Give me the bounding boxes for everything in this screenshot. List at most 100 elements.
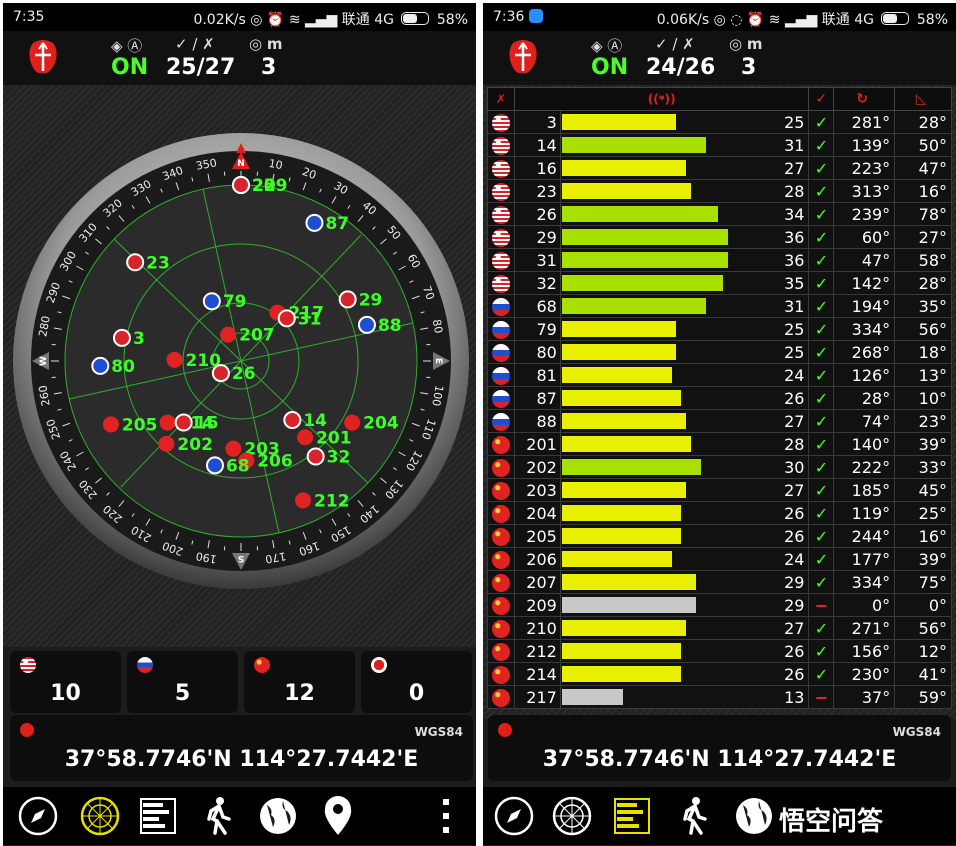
radar-satellite[interactable]: 23	[126, 253, 170, 273]
walker-icon[interactable]	[195, 793, 241, 839]
cn-flag-icon	[491, 504, 510, 523]
us-flag-icon	[283, 411, 302, 430]
satellite-row[interactable]: 203 27 ✓ 185° 45°	[487, 478, 952, 502]
satellite-row[interactable]: 23 28 ✓ 313° 16°	[487, 179, 952, 203]
battery-level: 58%	[916, 12, 948, 28]
flag-cell	[487, 156, 515, 180]
notification-icon	[529, 9, 543, 23]
radar-satellite[interactable]: 68	[205, 456, 250, 476]
globe-icon	[498, 723, 512, 737]
satellite-row[interactable]: 68 31 ✓ 194° 35°	[487, 294, 952, 318]
coordinates-panel[interactable]: WGS84 37°58.7746'N 114°27.7442'E	[488, 715, 951, 781]
satellite-row[interactable]: 201 28 ✓ 140° 39°	[487, 432, 952, 456]
satellite-icon[interactable]: ✗	[487, 87, 515, 111]
used-cell: ✓	[808, 133, 835, 157]
radar-satellite[interactable]: 32	[306, 447, 351, 468]
signal-cell: 26	[559, 501, 810, 525]
table-header: ✗ ((ᵠ)) ✓ ↻ ◺	[487, 87, 952, 111]
location-pin-icon[interactable]	[315, 793, 361, 839]
compass-icon[interactable]	[491, 793, 537, 839]
ru-flag-icon	[491, 297, 510, 316]
snr-value: 28	[784, 182, 805, 201]
app-logo[interactable]	[505, 37, 541, 77]
signal-cell: 13	[559, 685, 810, 709]
flag-cell	[487, 478, 515, 502]
satellite-row[interactable]: 202 30 ✓ 222° 33°	[487, 455, 952, 479]
compass-icon[interactable]	[15, 793, 61, 839]
globe-icon[interactable]	[731, 793, 777, 839]
coordinates-panel[interactable]: WGS84 37°58.7746'N 114°27.7442'E	[10, 715, 473, 781]
radar-satellite[interactable]: 31	[277, 309, 322, 329]
sats-used-total: 24/26	[646, 55, 716, 80]
radar-satellite[interactable]: 79	[202, 292, 247, 312]
satellite-row[interactable]: 205 26 ✓ 244° 16°	[487, 524, 952, 548]
satellite-signal-table[interactable]: ✗ ((ᵠ)) ✓ ↻ ◺ 3 25 ✓ 281° 28° 14 31 ✓ 139° 50° 16 2…	[487, 87, 952, 717]
satellite-row[interactable]: 214 26 ✓ 230° 41°	[487, 662, 952, 686]
azimuth-cell: 334°	[833, 570, 896, 594]
used-cell: ✓	[808, 363, 835, 387]
globe-icon	[20, 723, 34, 737]
satellite-row[interactable]: 217 13−37° 59°	[487, 685, 952, 709]
radar-satellite-prn: 79	[223, 292, 247, 312]
radar-icon[interactable]	[549, 793, 595, 839]
satellite-row[interactable]: 16 27 ✓ 223° 47°	[487, 156, 952, 180]
signal-header[interactable]: ((ᵠ))	[513, 87, 810, 111]
satellite-row[interactable]: 87 26 ✓ 28° 10°	[487, 386, 952, 410]
radar-satellite[interactable]: 87	[305, 213, 349, 234]
flag-cell	[487, 547, 515, 571]
elevation-header[interactable]: ◺	[894, 87, 952, 111]
ru-flag-icon	[205, 456, 224, 475]
satellite-row[interactable]: 29 36 ✓ 60° 27°	[487, 225, 952, 249]
azimuth-header[interactable]: ↻	[833, 87, 896, 111]
used-check-icon: ✓	[814, 319, 829, 339]
satellite-row[interactable]: 206 24 ✓ 177° 39°	[487, 547, 952, 571]
satellite-row[interactable]: 207 29 ✓ 334° 75°	[487, 570, 952, 594]
radar-satellite[interactable]: 16	[174, 413, 219, 433]
sky-view-radar[interactable]: 10 20 30 40 50 60 70 80 100 110 120 130 140 150 160 170…	[3, 85, 476, 647]
satellite-row[interactable]: 212 26 ✓ 156° 12°	[487, 639, 952, 663]
watermark-text: 悟空问答	[779, 807, 884, 837]
satellite-row[interactable]: 80 25 ✓ 268° 18°	[487, 340, 952, 364]
datum-label: WGS84	[892, 725, 941, 739]
used-header[interactable]: ✓	[808, 87, 835, 111]
cn-flag-icon	[254, 657, 270, 673]
radar-satellite[interactable]: 22	[232, 176, 276, 196]
azimuth-cell: 74°	[833, 409, 896, 433]
used-cell: ✓	[808, 478, 835, 502]
walker-icon[interactable]	[671, 793, 717, 839]
satellite-row[interactable]: 31 36 ✓ 47° 58°	[487, 248, 952, 272]
satellite-row[interactable]: 209 29−0° 0°	[487, 593, 952, 617]
radar-satellite-prn: 26	[232, 364, 256, 384]
satellite-row[interactable]: 204 26 ✓ 119° 25°	[487, 501, 952, 525]
azimuth-cell: 177°	[833, 547, 896, 571]
satellite-row[interactable]: 81 24 ✓ 126° 13°	[487, 363, 952, 387]
satellite-row[interactable]: 88 27 ✓ 74° 23°	[487, 409, 952, 433]
satellite-row[interactable]: 210 27 ✓ 271° 56°	[487, 616, 952, 640]
signal-cell: 24	[559, 363, 810, 387]
satellite-row[interactable]: 14 31 ✓ 139° 50°	[487, 133, 952, 157]
azimuth-cell: 28°	[833, 386, 896, 410]
satellite-row[interactable]: 3 25 ✓ 281° 28°	[487, 110, 952, 134]
prn-cell: 88	[513, 409, 561, 433]
unused-dash-icon: −	[814, 595, 829, 615]
bar-chart-icon[interactable]	[135, 793, 181, 839]
signal-cell: 26	[559, 639, 810, 663]
radar-satellite[interactable]: 80	[91, 356, 135, 377]
used-check-icon: ✓	[814, 641, 829, 661]
radar-canvas: 1020304050607080100110120130140150160170…	[13, 133, 469, 589]
more-icon[interactable]	[423, 793, 469, 839]
satellite-row[interactable]: 79 25 ✓ 334° 56°	[487, 317, 952, 341]
bar-chart-icon[interactable]	[609, 793, 655, 839]
globe-icon[interactable]	[255, 793, 301, 839]
radar-satellite[interactable]: 26	[211, 364, 256, 384]
azimuth-cell: 194°	[833, 294, 896, 318]
prn-cell: 3	[513, 110, 561, 134]
radar-satellite[interactable]: 29	[338, 290, 383, 310]
satellite-row[interactable]: 32 35 ✓ 142° 28°	[487, 271, 952, 295]
radar-satellite[interactable]: 88	[357, 315, 402, 336]
app-logo[interactable]	[25, 37, 61, 77]
signal-bar	[561, 367, 672, 383]
satellite-row[interactable]: 26 34 ✓ 239° 78°	[487, 202, 952, 226]
radar-icon[interactable]	[77, 793, 123, 839]
cn-flag-icon	[225, 440, 242, 457]
